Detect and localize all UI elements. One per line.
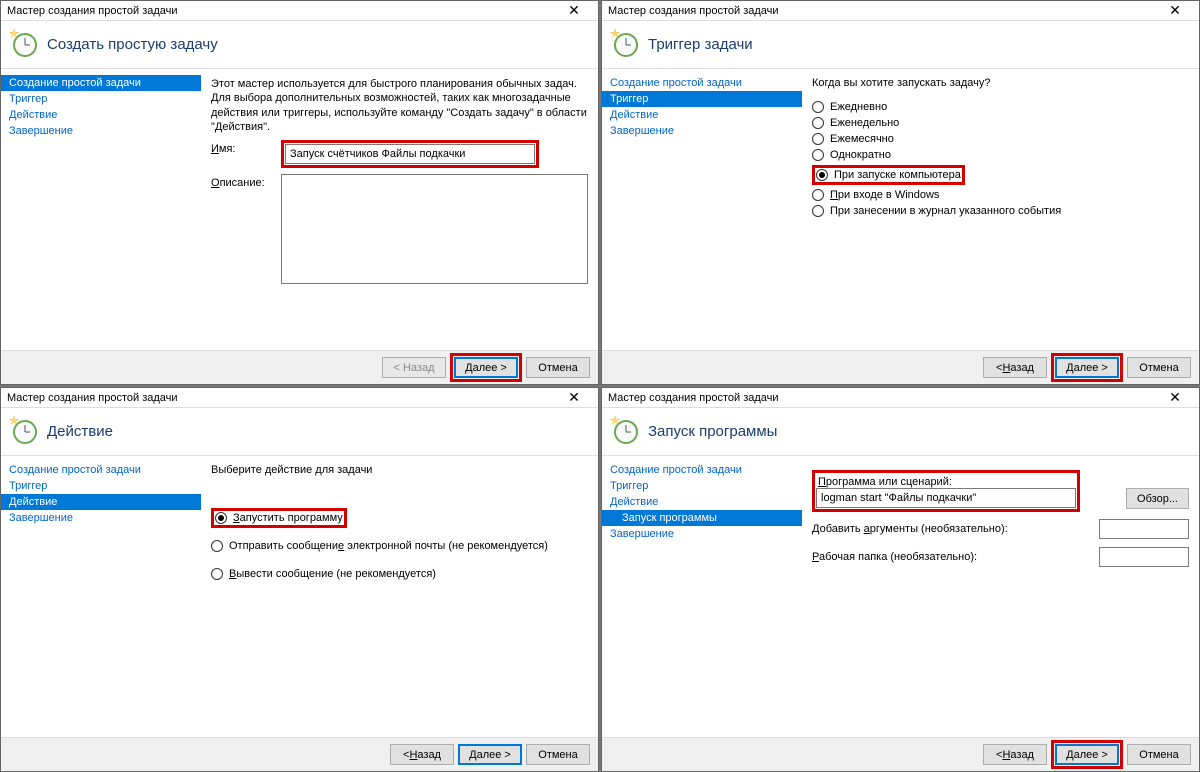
nav-finish[interactable]: Завершение	[602, 123, 802, 139]
nav-trigger[interactable]: Триггер	[1, 91, 201, 107]
name-label: Имя:	[211, 140, 281, 155]
clock-wizard-icon	[11, 31, 39, 59]
page-title: Действие	[47, 423, 113, 440]
radio-send-mail[interactable]: Отправить сообщение электронной почты (н…	[211, 540, 588, 552]
wizard-header: Триггер задачи	[602, 21, 1199, 69]
wizard-content: Программа или сценарий: Обзор... Добавит…	[802, 456, 1199, 737]
wizard-footer: < Назад Далее > Отмена	[602, 350, 1199, 384]
back-button[interactable]: < Назад	[983, 357, 1047, 378]
wizard-footer: < Назад Далее > Отмена	[1, 737, 598, 771]
cwd-label: Рабочая папка (необязательно):	[812, 551, 1099, 563]
name-input[interactable]	[285, 144, 535, 164]
wizard-content: Выберите действие для задачи Запустить п…	[201, 456, 598, 737]
nav-finish[interactable]: Завершение	[1, 123, 201, 139]
description-label: Описание:	[211, 174, 281, 189]
cancel-button[interactable]: Отмена	[1127, 744, 1191, 765]
wizard-header: Создать простую задачу	[1, 21, 598, 69]
back-button: < Назад	[382, 357, 446, 378]
cwd-input[interactable]	[1099, 547, 1189, 567]
nav-trigger[interactable]: Триггер	[602, 91, 802, 107]
nav-trigger[interactable]: Триггер	[602, 478, 802, 494]
window-title: Мастер создания простой задачи	[608, 5, 779, 17]
dialog-trigger: Мастер создания простой задачи ✕ Триггер…	[601, 0, 1200, 385]
nav-create[interactable]: Создание простой задачи	[1, 462, 201, 478]
page-title: Триггер задачи	[648, 36, 753, 53]
wizard-footer: < Назад Далее > Отмена	[1, 350, 598, 384]
nav-action[interactable]: Действие	[602, 494, 802, 510]
titlebar: Мастер создания простой задачи ✕	[1, 388, 598, 408]
close-icon[interactable]: ✕	[556, 389, 592, 407]
program-label: Программа или сценарий:	[816, 474, 1076, 488]
arguments-label: Добавить аргументы (необязательно):	[812, 523, 1099, 535]
dialog-action: Мастер создания простой задачи ✕ Действи…	[0, 387, 599, 772]
wizard-header: Запуск программы	[602, 408, 1199, 456]
dialog-run-program: Мастер создания простой задачи ✕ Запуск …	[601, 387, 1200, 772]
clock-wizard-icon	[11, 418, 39, 446]
next-button[interactable]: Далее >	[1055, 357, 1119, 378]
radio-event[interactable]: При занесении в журнал указанного событи…	[812, 205, 1189, 217]
clock-wizard-icon	[612, 418, 640, 446]
wizard-content: Когда вы хотите запускать задачу? Ежедне…	[802, 69, 1199, 350]
action-prompt: Выберите действие для задачи	[211, 464, 588, 476]
dialog-create-task: Мастер создания простой задачи ✕ Создать…	[0, 0, 599, 385]
back-button[interactable]: < Назад	[983, 744, 1047, 765]
next-button[interactable]: Далее >	[1055, 744, 1119, 765]
nav-finish[interactable]: Завершение	[602, 526, 802, 542]
wizard-header: Действие	[1, 408, 598, 456]
titlebar: Мастер создания простой задачи ✕	[602, 388, 1199, 408]
wizard-content: Этот мастер используется для быстрого пл…	[201, 69, 598, 350]
window-title: Мастер создания простой задачи	[608, 392, 779, 404]
wizard-nav: Создание простой задачи Триггер Действие…	[1, 69, 201, 350]
nav-action[interactable]: Действие	[1, 494, 201, 510]
nav-run-program[interactable]: Запуск программы	[602, 510, 802, 526]
radio-run-program[interactable]: Запустить программу	[215, 512, 343, 524]
back-button[interactable]: < Назад	[390, 744, 454, 765]
radio-startup[interactable]: При запуске компьютера	[816, 169, 961, 181]
description-input[interactable]	[281, 174, 588, 284]
radio-once[interactable]: Однократно	[812, 149, 1189, 161]
window-title: Мастер создания простой задачи	[7, 392, 178, 404]
radio-monthly[interactable]: Ежемесячно	[812, 133, 1189, 145]
next-button[interactable]: Далее >	[454, 357, 518, 378]
cancel-button[interactable]: Отмена	[1127, 357, 1191, 378]
intro-text: Этот мастер используется для быстрого пл…	[211, 77, 588, 134]
wizard-nav: Создание простой задачи Триггер Действие…	[602, 69, 802, 350]
close-icon[interactable]: ✕	[556, 2, 592, 20]
window-title: Мастер создания простой задачи	[7, 5, 178, 17]
titlebar: Мастер создания простой задачи ✕	[1, 1, 598, 21]
radio-logon[interactable]: При входе в Windows	[812, 189, 1189, 201]
nav-create[interactable]: Создание простой задачи	[1, 75, 201, 91]
wizard-nav: Создание простой задачи Триггер Действие…	[1, 456, 201, 737]
page-title: Запуск программы	[648, 423, 777, 440]
radio-display-message[interactable]: Вывести сообщение (не рекомендуется)	[211, 568, 588, 580]
trigger-prompt: Когда вы хотите запускать задачу?	[812, 77, 1189, 89]
close-icon[interactable]: ✕	[1157, 389, 1193, 407]
radio-weekly[interactable]: Еженедельно	[812, 117, 1189, 129]
arguments-input[interactable]	[1099, 519, 1189, 539]
close-icon[interactable]: ✕	[1157, 2, 1193, 20]
radio-daily[interactable]: Ежедневно	[812, 101, 1189, 113]
titlebar: Мастер создания простой задачи ✕	[602, 1, 1199, 21]
nav-trigger[interactable]: Триггер	[1, 478, 201, 494]
browse-button[interactable]: Обзор...	[1126, 488, 1189, 509]
next-button[interactable]: Далее >	[458, 744, 522, 765]
wizard-footer: < Назад Далее > Отмена	[602, 737, 1199, 771]
page-title: Создать простую задачу	[47, 36, 218, 53]
cancel-button[interactable]: Отмена	[526, 357, 590, 378]
cancel-button[interactable]: Отмена	[526, 744, 590, 765]
clock-wizard-icon	[612, 31, 640, 59]
nav-create[interactable]: Создание простой задачи	[602, 462, 802, 478]
nav-action[interactable]: Действие	[1, 107, 201, 123]
nav-create[interactable]: Создание простой задачи	[602, 75, 802, 91]
program-input[interactable]	[816, 488, 1076, 508]
nav-finish[interactable]: Завершение	[1, 510, 201, 526]
wizard-nav: Создание простой задачи Триггер Действие…	[602, 456, 802, 737]
nav-action[interactable]: Действие	[602, 107, 802, 123]
